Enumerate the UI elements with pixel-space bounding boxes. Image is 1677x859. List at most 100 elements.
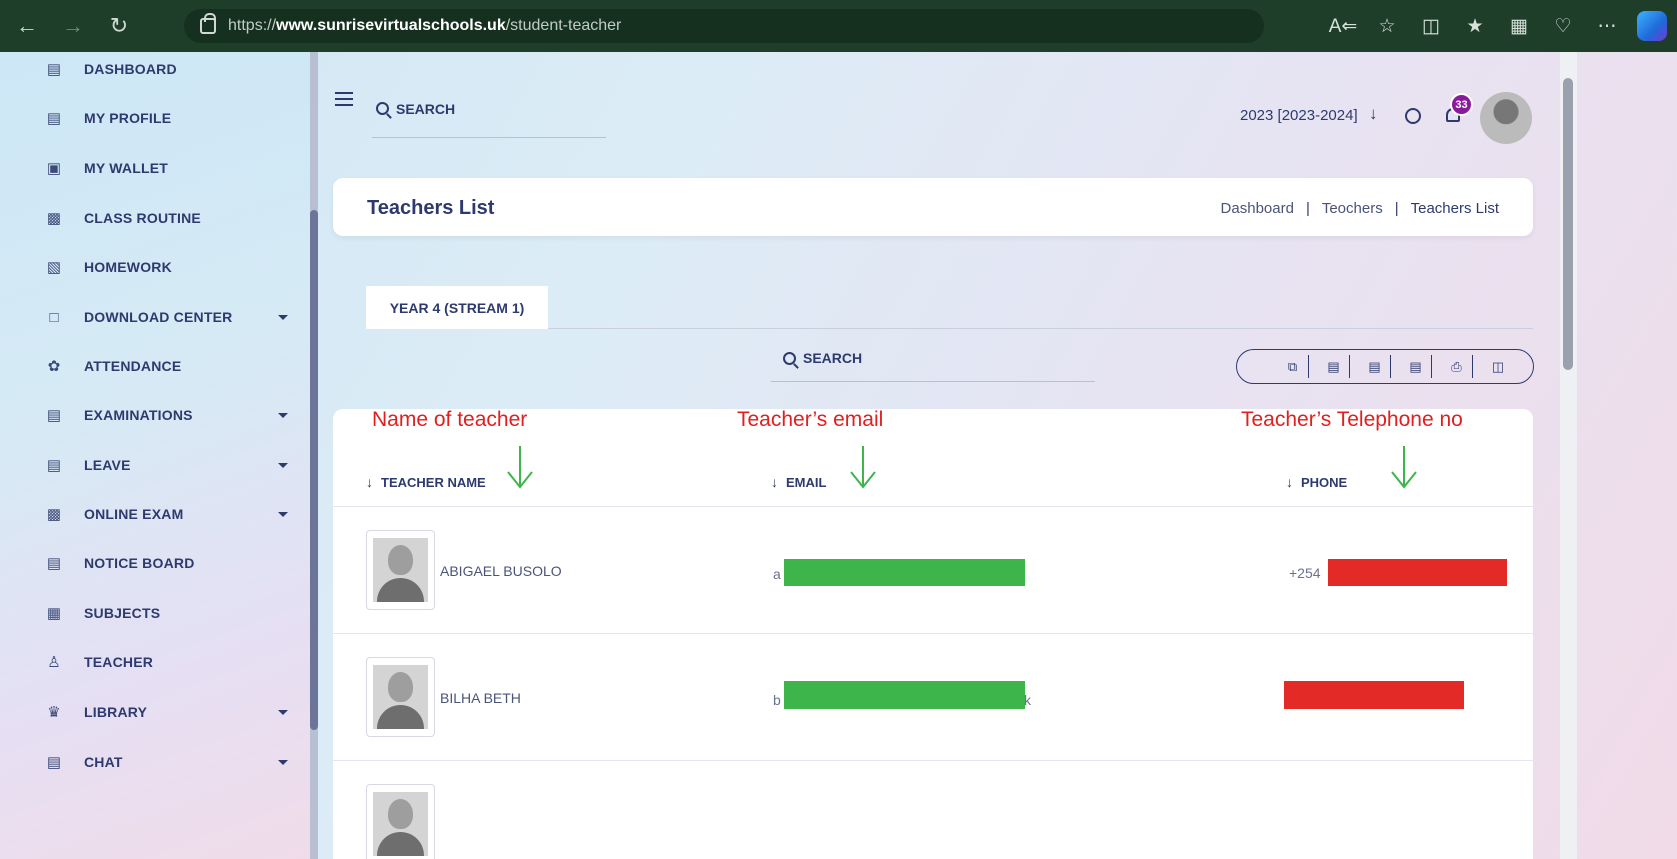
phone-redaction: [1328, 559, 1507, 586]
sort-arrow-icon: ↓: [366, 474, 373, 490]
copilot-icon[interactable]: [1637, 11, 1667, 41]
sidebar-item-subjects[interactable]: ▦ SUBJECTS: [0, 588, 310, 638]
sidebar-item-leave[interactable]: ▤ LEAVE: [0, 440, 310, 490]
back-arrow-icon[interactable]: ←: [8, 7, 46, 45]
print-icon[interactable]: ⎙: [1441, 355, 1473, 378]
more-menu-icon[interactable]: ⋯: [1585, 8, 1629, 44]
sidebar-item-label: SUBJECTS: [84, 605, 161, 621]
collections-icon[interactable]: ▦: [1497, 8, 1541, 44]
search-placeholder: SEARCH: [803, 350, 863, 366]
teacher-avatar: [366, 784, 435, 859]
wallet-icon: ▣: [46, 160, 62, 177]
sidebar-item-label: DASHBOARD: [84, 61, 177, 77]
menu-toggle-icon[interactable]: [335, 92, 353, 106]
sidebar-item-label: MY WALLET: [84, 160, 168, 176]
sort-arrow-icon: ↓: [771, 474, 778, 490]
sidebar-item-my-wallet[interactable]: ▣ MY WALLET: [0, 143, 310, 193]
row-divider: [333, 760, 1533, 761]
caret-down-icon: [278, 759, 288, 765]
annotation-email: Teacher’s email: [737, 408, 884, 431]
arrow-down-icon[interactable]: ↓: [1369, 104, 1378, 124]
breadcrumb-dashboard[interactable]: Dashboard: [1221, 200, 1294, 217]
sidebar-item-online-exam[interactable]: ▩ ONLINE EXAM: [0, 489, 310, 539]
teacher-name: ABIGAEL BUSOLO: [440, 563, 562, 579]
column-label: EMAIL: [786, 475, 827, 490]
sidebar-item-class-routine[interactable]: ▩ CLASS ROUTINE: [0, 193, 310, 243]
download-icon: □: [49, 308, 59, 326]
sidebar-item-notice-board[interactable]: ▤ NOTICE BOARD: [0, 538, 310, 588]
attendance-icon: ✿: [47, 358, 61, 375]
teacher-email-tail: k: [1024, 692, 1031, 708]
lock-icon: [200, 13, 216, 34]
sidebar-item-label: TEACHER: [84, 654, 154, 670]
forward-arrow-icon[interactable]: →: [54, 7, 92, 45]
sidebar-item-label: HOMEWORK: [84, 259, 172, 275]
caret-down-icon: [278, 709, 288, 715]
excel-icon[interactable]: ▤: [1318, 355, 1350, 378]
sidebar-item-label: LIBRARY: [84, 704, 148, 720]
breadcrumb-current: Teachers List: [1410, 200, 1499, 217]
breadcrumb: Dashboard | Teochers | Teachers List: [1220, 200, 1499, 217]
sidebar-item-label: LEAVE: [84, 457, 131, 473]
url-path: /student-teacher: [505, 17, 622, 34]
caret-down-icon: [278, 462, 288, 468]
sidebar-item-dashboard[interactable]: ▤ DASHBOARD: [0, 44, 310, 94]
pdf-icon[interactable]: ▤: [1400, 355, 1432, 378]
sidebar-item-teacher[interactable]: ♙ TEACHER: [0, 637, 310, 687]
caret-down-icon: [278, 412, 288, 418]
sidebar-scrollbar-thumb[interactable]: [310, 210, 318, 730]
sidebar-item-library[interactable]: ♛ LIBRARY: [0, 687, 310, 737]
user-avatar[interactable]: [1480, 92, 1532, 144]
sidebar-item-homework[interactable]: ▧ HOMEWORK: [0, 242, 310, 292]
sort-arrow-icon: ↓: [1286, 474, 1293, 490]
page-scrollbar-thumb[interactable]: [1563, 78, 1573, 370]
sidebar-item-my-profile[interactable]: ▤ MY PROFILE: [0, 93, 310, 143]
favorite-star-icon[interactable]: ☆: [1365, 8, 1409, 44]
sidebar-item-label: EXAMINATIONS: [84, 407, 193, 423]
sidebar-item-chat[interactable]: ▤ CHAT: [0, 737, 310, 787]
teacher-email: b: [773, 692, 781, 708]
export-toolbar: ⧉ ▤ ▤ ▤ ⎙ ◫: [1236, 349, 1534, 384]
search-icon: [783, 352, 796, 365]
address-bar[interactable]: https://www.sunrisevirtualschools.uk/stu…: [184, 9, 1264, 43]
page-title: Teachers List: [367, 197, 495, 219]
top-search-input[interactable]: SEARCH: [372, 96, 606, 138]
breadcrumb-teachers[interactable]: Teochers: [1322, 200, 1383, 217]
sidebar-item-label: DOWNLOAD CENTER: [84, 309, 233, 325]
column-visibility-icon[interactable]: ◫: [1482, 355, 1514, 378]
sidebar-item-label: MY PROFILE: [84, 110, 172, 126]
row-divider: [333, 633, 1533, 634]
sidebar-item-label: CLASS ROUTINE: [84, 210, 201, 226]
session-selector[interactable]: 2023 [2023-2024]: [1240, 107, 1358, 124]
column-header-email[interactable]: ↓ EMAIL: [771, 474, 826, 490]
copy-icon[interactable]: ⧉: [1277, 355, 1309, 378]
sidebar-item-label: NOTICE BOARD: [84, 555, 195, 571]
dashboard-icon: ▤: [46, 61, 62, 78]
email-redaction: [784, 559, 1025, 586]
refresh-icon[interactable]: ↻: [100, 7, 138, 45]
sidebar-item-examinations[interactable]: ▤ EXAMINATIONS: [0, 390, 310, 440]
teacher-name: BILHA BETH: [440, 690, 521, 706]
teacher-email: a: [773, 566, 781, 582]
green-down-arrow-icon: [850, 446, 876, 489]
tab-year-4-stream-1[interactable]: YEAR 4 (STREAM 1): [366, 286, 548, 329]
url-host: www.sunrisevirtualschools.uk: [276, 17, 506, 34]
sidebar-item-label: CHAT: [84, 754, 123, 770]
read-aloud-icon[interactable]: A⇐: [1321, 8, 1365, 44]
sidebar-item-attendance[interactable]: ✿ ATTENDANCE: [0, 341, 310, 391]
split-screen-icon[interactable]: ◫: [1409, 8, 1453, 44]
url-prefix: https://: [228, 17, 277, 34]
leave-icon: ▤: [46, 457, 62, 474]
sidebar-item-download-center[interactable]: □ DOWNLOAD CENTER: [0, 292, 310, 342]
table-search-input[interactable]: SEARCH: [771, 348, 1095, 382]
page-header-card: Teachers List Dashboard | Teochers | Teacher…: [333, 178, 1533, 236]
header-divider: [333, 506, 1533, 507]
browser-essentials-icon[interactable]: ♡: [1541, 8, 1585, 44]
csv-icon[interactable]: ▤: [1359, 355, 1391, 378]
column-header-teacher-name[interactable]: ↓ TEACHER NAME: [366, 474, 486, 490]
teacher-avatar: [366, 530, 435, 610]
sidebar-item-label: ATTENDANCE: [84, 358, 182, 374]
column-header-phone[interactable]: ↓ PHONE: [1286, 474, 1347, 490]
whatsapp-icon[interactable]: [1405, 108, 1421, 124]
favorites-list-icon[interactable]: ★: [1453, 8, 1497, 44]
